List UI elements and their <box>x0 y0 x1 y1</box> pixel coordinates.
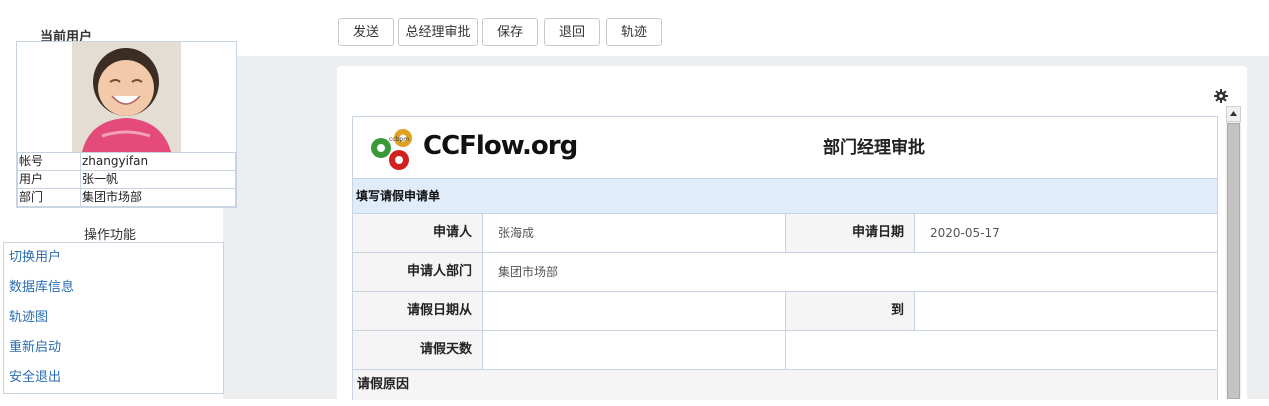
apply-date-label: 申请日期 <box>786 214 915 252</box>
menu-restart[interactable]: 重新启动 <box>4 333 223 363</box>
track-button[interactable]: 轨迹 <box>606 18 662 46</box>
operations-title: 操作功能 <box>84 228 137 243</box>
applicant-value: 张海成 <box>483 214 786 252</box>
info-key: 用户 <box>17 170 81 189</box>
dept-label: 申请人部门 <box>353 253 483 291</box>
menu-switch-user[interactable]: 切换用户 <box>4 243 223 273</box>
menu-database-info[interactable]: 数据库信息 <box>4 273 223 303</box>
leave-to-field[interactable] <box>915 292 1217 330</box>
form-title: 部门经理审批 <box>823 138 925 158</box>
leave-reason-label: 请假原因 <box>353 370 1217 400</box>
section-header: 填写请假申请单 <box>353 179 1217 214</box>
send-button[interactable]: 发送 <box>338 18 394 46</box>
leave-form: ccbpm CCFlow.org 部门经理审批 填写请假申请单 申请人 张海成 … <box>352 116 1218 400</box>
form-row: 申请人部门 集团市场部 <box>353 253 1217 292</box>
ccflow-logo: ccbpm <box>367 126 423 175</box>
leave-from-field[interactable] <box>483 292 786 330</box>
info-row-dept: 部门 集团市场部 <box>17 188 236 207</box>
operations-menu: 切换用户 数据库信息 轨迹图 重新启动 安全退出 <box>3 242 224 394</box>
applicant-label: 申请人 <box>353 214 483 252</box>
return-button[interactable]: 退回 <box>544 18 600 46</box>
info-value-user: 张一帆 <box>80 170 236 189</box>
scrollbar-thumb[interactable] <box>1227 123 1240 399</box>
left-gap-background <box>223 56 338 399</box>
form-row: 申请人 张海成 申请日期 2020-05-17 <box>353 214 1217 253</box>
dept-value: 集团市场部 <box>498 265 559 279</box>
info-value-account: zhangyifan <box>80 152 236 171</box>
leave-to-label: 到 <box>786 292 915 330</box>
form-row: 请假天数 <box>353 331 1217 370</box>
leave-days-field[interactable] <box>483 331 786 369</box>
leave-from-label: 请假日期从 <box>353 292 483 330</box>
logo-text: CCFlow.org <box>423 131 578 161</box>
empty-cell <box>786 331 1217 369</box>
info-key: 帐号 <box>17 152 81 171</box>
vertical-scrollbar[interactable] <box>1226 106 1241 399</box>
gm-approve-button[interactable]: 总经理审批 <box>398 18 478 46</box>
user-card: 帐号 zhangyifan 用户 张一帆 部门 集团市场部 <box>16 41 237 208</box>
user-info-table: 帐号 zhangyifan 用户 张一帆 部门 集团市场部 <box>17 152 236 207</box>
avatar <box>72 42 181 152</box>
leave-days-label: 请假天数 <box>353 331 483 369</box>
gear-icon[interactable] <box>1213 88 1229 104</box>
apply-date-value: 2020-05-17 <box>930 226 1000 240</box>
triangle-up-icon[interactable] <box>1226 106 1241 122</box>
info-row-account: 帐号 zhangyifan <box>17 152 236 171</box>
info-key: 部门 <box>17 188 81 207</box>
save-button[interactable]: 保存 <box>482 18 538 46</box>
info-value-dept: 集团市场部 <box>80 188 236 207</box>
menu-logout[interactable]: 安全退出 <box>4 363 223 393</box>
form-header: ccbpm CCFlow.org 部门经理审批 <box>353 117 1217 179</box>
form-row: 请假日期从 到 <box>353 292 1217 331</box>
menu-track-chart[interactable]: 轨迹图 <box>4 303 223 333</box>
logo-small-text: ccbpm <box>389 136 410 143</box>
info-row-user: 用户 张一帆 <box>17 170 236 189</box>
